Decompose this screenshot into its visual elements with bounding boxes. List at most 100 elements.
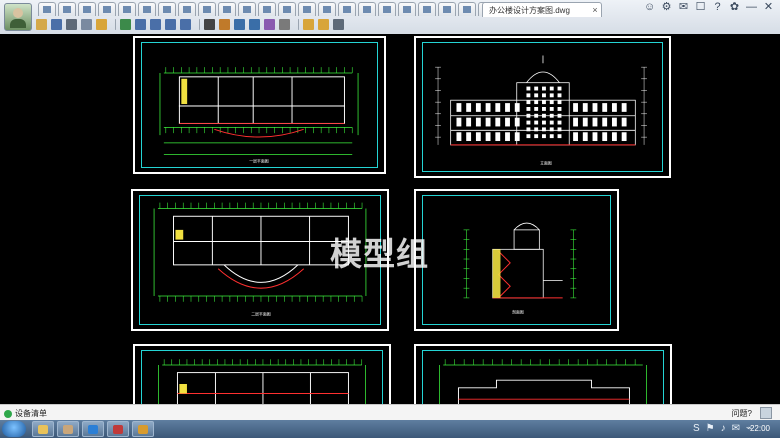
- tab-7[interactable]: [158, 2, 176, 16]
- tab-icon: [403, 6, 411, 13]
- tab-icon: [463, 6, 471, 13]
- file-tab[interactable]: 办公楼设计方案图.dwg ×: [482, 2, 602, 17]
- tab-13[interactable]: [278, 2, 296, 16]
- erase-icon[interactable]: [264, 18, 275, 30]
- close-icon[interactable]: ✕: [763, 2, 774, 13]
- tab-4[interactable]: [98, 2, 116, 16]
- section-view-drawing: 剖面图: [463, 222, 577, 314]
- cad-canvas[interactable]: 一层平面图 立面图 二层平面图 剖面图 模型组: [0, 34, 780, 404]
- tab-icon: [243, 6, 251, 13]
- fullscreen-icon[interactable]: [333, 18, 344, 30]
- tray-icon-2[interactable]: ⚑: [706, 423, 715, 435]
- device-list-button[interactable]: 设备清单: [4, 408, 47, 419]
- help-icon[interactable]: ?: [712, 2, 723, 13]
- tab-11[interactable]: [238, 2, 256, 16]
- tab-2[interactable]: [58, 2, 76, 16]
- watermark: 模型组: [330, 235, 430, 273]
- sheet-side-elevation[interactable]: [414, 344, 672, 404]
- floor-plan-3-drawing: [158, 359, 366, 404]
- drawing-caption: 立面图: [540, 160, 552, 165]
- tab-icon: [143, 6, 151, 13]
- tray-icon-4[interactable]: ✉: [732, 423, 740, 435]
- tab-1[interactable]: [38, 2, 56, 16]
- tab-icon: [363, 6, 371, 13]
- user-icon[interactable]: ☺: [644, 2, 655, 13]
- taskbar-app-cad[interactable]: [107, 421, 129, 437]
- file-tab-name: 办公楼设计方案图.dwg: [489, 5, 570, 15]
- tab-14[interactable]: [298, 2, 316, 16]
- tab-20[interactable]: [418, 2, 436, 16]
- tab-icon: [343, 6, 351, 13]
- layer-icon[interactable]: [303, 18, 314, 30]
- layout-icon[interactable]: [318, 18, 329, 30]
- system-tray: S ⚑ ♪ ✉ ⌁: [693, 423, 752, 435]
- zoom-window-icon[interactable]: [180, 18, 191, 30]
- tray-icon-3[interactable]: ♪: [721, 423, 726, 435]
- open-file-icon[interactable]: [36, 18, 47, 30]
- copy-icon[interactable]: [81, 18, 92, 30]
- refresh-icon[interactable]: [120, 18, 131, 30]
- save-icon[interactable]: [51, 18, 62, 30]
- taskbar-app-cad-icon: [113, 425, 123, 434]
- sheet-front-elevation[interactable]: 立面图: [414, 36, 671, 178]
- taskbar-app-viewer[interactable]: [132, 421, 154, 437]
- mail-icon[interactable]: ☐: [695, 2, 706, 13]
- ruler-icon[interactable]: [279, 18, 290, 30]
- pencil-icon[interactable]: [219, 18, 230, 30]
- taskbar-avatar[interactable]: [57, 421, 79, 437]
- tab-15[interactable]: [318, 2, 336, 16]
- zoom-out-icon[interactable]: [165, 18, 176, 30]
- tab-icon: [443, 6, 451, 13]
- sheet-section-view[interactable]: 剖面图: [414, 189, 619, 331]
- tab-19[interactable]: [398, 2, 416, 16]
- tab-18[interactable]: [378, 2, 396, 16]
- help-link[interactable]: 问题?: [732, 408, 752, 419]
- tab-9[interactable]: [198, 2, 216, 16]
- tab-icon: [223, 6, 231, 13]
- tab-12[interactable]: [258, 2, 276, 16]
- taskbar-items: [32, 421, 154, 437]
- status-bar: 设备清单 问题?: [0, 404, 780, 421]
- taskbar: S ⚑ ♪ ✉ ⌁ 22:00: [0, 420, 780, 438]
- app-logo-icon[interactable]: [4, 3, 32, 31]
- tab-icon: [203, 6, 211, 13]
- text-icon[interactable]: [204, 18, 215, 30]
- toolbar-separator: [298, 18, 299, 30]
- tab-10[interactable]: [218, 2, 236, 16]
- avatar-head: [13, 8, 23, 18]
- tab-5[interactable]: [118, 2, 136, 16]
- floor-plan-1-drawing: 一层平面图: [159, 67, 359, 163]
- tab-icon: [303, 6, 311, 13]
- taskbar-app-viewer-icon: [138, 425, 148, 434]
- tab-22[interactable]: [458, 2, 476, 16]
- toolbar: [36, 17, 348, 31]
- panel-toggle-icon[interactable]: [760, 407, 772, 419]
- pan-icon[interactable]: [135, 18, 146, 30]
- taskbar-browser[interactable]: [82, 421, 104, 437]
- toolbar-separator: [199, 18, 200, 30]
- minimize-icon[interactable]: —: [746, 2, 757, 13]
- taskbar-explorer[interactable]: [32, 421, 54, 437]
- tray-icon-1[interactable]: S: [693, 423, 700, 435]
- start-button[interactable]: [2, 421, 26, 437]
- title-bar: 办公楼设计方案图.dwg × ☺ ⚙ ✉ ☐? ✿ — ✕: [0, 0, 780, 35]
- tab-icon: [43, 6, 51, 13]
- tab-21[interactable]: [438, 2, 456, 16]
- zoom-in-icon[interactable]: [150, 18, 161, 30]
- sheet-floor-plan-1[interactable]: 一层平面图: [133, 36, 386, 174]
- measure-icon[interactable]: [249, 18, 260, 30]
- tab-8[interactable]: [178, 2, 196, 16]
- clock: 22:00: [749, 424, 770, 433]
- line-icon[interactable]: [234, 18, 245, 30]
- gear-icon[interactable]: ✿: [729, 2, 740, 13]
- lock-icon[interactable]: [96, 18, 107, 30]
- tab-17[interactable]: [358, 2, 376, 16]
- chat-icon[interactable]: ✉: [678, 2, 689, 13]
- close-tab-icon[interactable]: ×: [589, 5, 601, 15]
- tab-16[interactable]: [338, 2, 356, 16]
- tab-6[interactable]: [138, 2, 156, 16]
- settings-icon[interactable]: ⚙: [661, 2, 672, 13]
- sheet-floor-plan-3[interactable]: [133, 344, 391, 404]
- tab-3[interactable]: [78, 2, 96, 16]
- print-icon[interactable]: [66, 18, 77, 30]
